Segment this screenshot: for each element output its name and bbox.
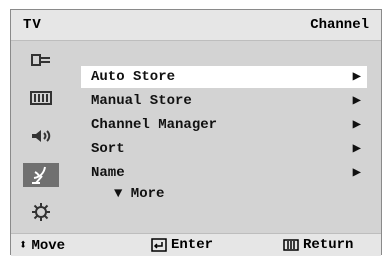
chevron-right-icon: ▶ [352,165,361,181]
picture-icon[interactable] [26,87,56,109]
left-icon-menu [11,41,68,231]
input-icon[interactable] [26,49,56,71]
tv-osd-panel: TV Channel Auto Store ▶ Manual Store ▶ C… [10,9,382,256]
menu-item-label: Channel Manager [91,117,218,133]
osd-footer: ⬍ Move Enter Return [11,233,381,256]
satellite-dish-icon [32,166,46,184]
footer-enter-label: Enter [171,237,214,253]
menu-item-channel-manager[interactable]: Channel Manager ▶ [81,114,367,136]
more-indicator[interactable]: ▼ More [114,186,164,202]
footer-move: ⬍ Move [19,237,66,255]
menu-item-auto-store[interactable]: Auto Store ▶ [81,66,367,88]
menu-item-label: Name [91,165,125,181]
film-icon [30,91,52,105]
chevron-right-icon: ▶ [352,93,361,109]
menu-item-label: Manual Store [91,93,192,109]
footer-return: Return [283,237,353,253]
channel-icon[interactable] [23,163,59,187]
menu-item-label: Sort [91,141,125,157]
chevron-right-icon: ▶ [352,141,361,157]
sound-icon[interactable] [26,125,56,147]
menu-item-manual-store[interactable]: Manual Store ▶ [81,90,367,112]
footer-enter: Enter [151,237,213,253]
footer-move-label: Move [31,237,66,254]
header-channel-label: Channel [310,17,369,33]
chevron-right-icon: ▶ [352,69,361,85]
speaker-icon [32,130,51,142]
updown-arrows-icon: ⬍ [19,238,28,254]
menu-item-name[interactable]: Name ▶ [81,162,367,184]
return-icon [283,239,299,251]
setup-icon[interactable] [26,201,56,223]
input-plug-icon [31,54,50,66]
menu-item-sort[interactable]: Sort ▶ [81,138,367,160]
menu-item-label: Auto Store [91,69,176,85]
gear-icon [32,203,50,221]
chevron-right-icon: ▶ [352,117,361,133]
osd-header: TV Channel [11,10,381,41]
header-tv-label: TV [23,17,42,33]
footer-return-label: Return [303,237,354,253]
enter-icon [151,238,167,252]
